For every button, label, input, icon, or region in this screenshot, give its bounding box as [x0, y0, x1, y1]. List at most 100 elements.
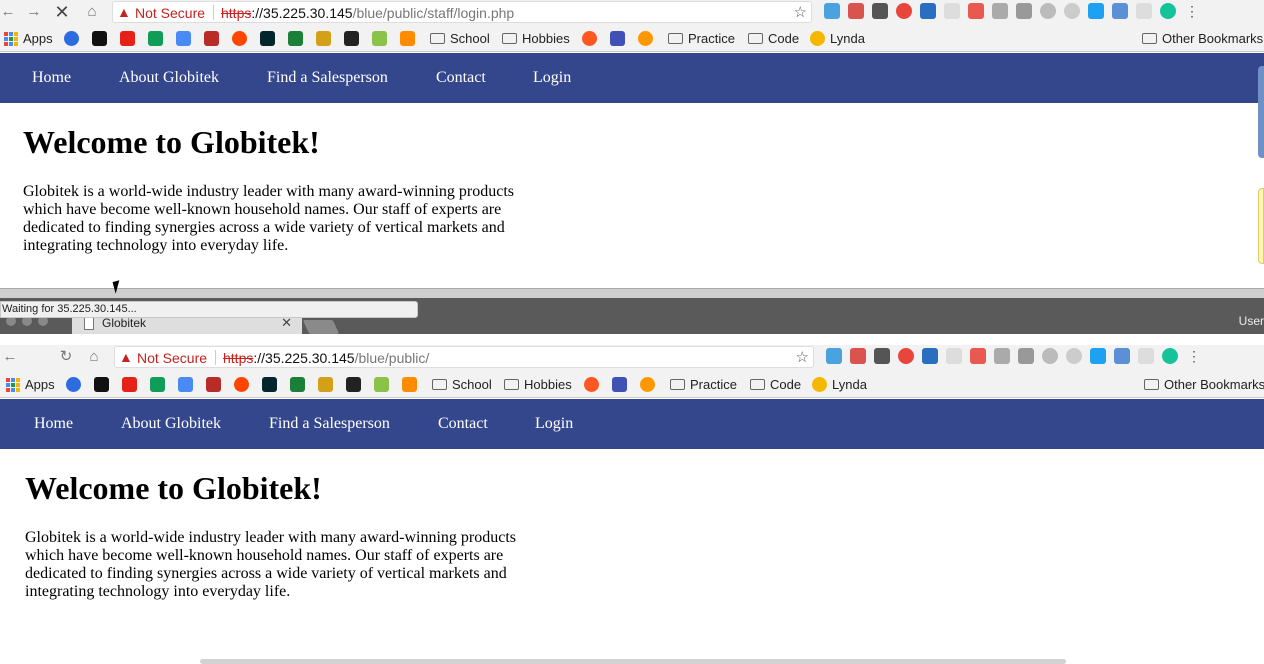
bookmark-icon[interactable]: [316, 31, 331, 46]
nav-contact[interactable]: Contact: [436, 69, 486, 87]
bookmark-icon[interactable]: [374, 377, 389, 392]
bookmark-folder-school[interactable]: School: [430, 31, 490, 46]
bookmark-icon[interactable]: [94, 377, 109, 392]
extension-icon[interactable]: [850, 348, 866, 364]
nav-find-salesperson[interactable]: Find a Salesperson: [267, 69, 388, 87]
bookmark-folder-code[interactable]: Code: [748, 31, 799, 46]
extension-icon[interactable]: [1090, 348, 1106, 364]
menu-icon[interactable]: ⋮: [1184, 3, 1200, 19]
bookmark-folder-hobbies[interactable]: Hobbies: [502, 31, 570, 46]
extension-icon[interactable]: [1162, 348, 1178, 364]
extension-icon[interactable]: [992, 3, 1008, 19]
horizontal-scrollbar[interactable]: [200, 659, 1066, 664]
bookmark-icon[interactable]: [584, 377, 599, 392]
bookmark-icon[interactable]: [176, 31, 191, 46]
bookmark-folder-other[interactable]: Other Bookmarks: [1142, 31, 1263, 46]
bookmark-apps[interactable]: Apps: [6, 377, 55, 392]
drive-icon[interactable]: [148, 31, 163, 46]
address-bar[interactable]: ▲ Not Secure https://35.225.30.145/blue/…: [114, 346, 814, 368]
extension-icon[interactable]: [1114, 348, 1130, 364]
extension-icon[interactable]: [1018, 348, 1034, 364]
url-text[interactable]: https://35.225.30.145/blue/public/staff/…: [221, 5, 514, 21]
extension-icon[interactable]: [898, 348, 914, 364]
bookmark-icon[interactable]: [92, 31, 107, 46]
bookmark-icon[interactable]: [290, 377, 305, 392]
amazon-icon[interactable]: [344, 31, 359, 46]
extension-icon[interactable]: [872, 3, 888, 19]
new-tab-button[interactable]: [302, 320, 340, 334]
bookmark-icon[interactable]: [610, 31, 625, 46]
bookmark-folder-hobbies[interactable]: Hobbies: [504, 377, 572, 392]
bookmark-folder-code[interactable]: Code: [750, 377, 801, 392]
extension-icon[interactable]: [994, 348, 1010, 364]
side-widget-tab[interactable]: [1258, 66, 1264, 158]
extension-icon[interactable]: [1160, 3, 1176, 19]
nav-find-salesperson[interactable]: Find a Salesperson: [269, 415, 390, 433]
extension-icon[interactable]: [1136, 3, 1152, 19]
reddit-icon[interactable]: [234, 377, 249, 392]
bookmark-icon[interactable]: [640, 377, 655, 392]
bookmark-apps[interactable]: Apps: [4, 31, 53, 46]
extension-icon[interactable]: [1088, 3, 1104, 19]
bookmark-folder-practice[interactable]: Practice: [670, 377, 737, 392]
extension-icon[interactable]: [1112, 3, 1128, 19]
url-text[interactable]: https://35.225.30.145/blue/public/: [223, 350, 429, 366]
extension-icon[interactable]: [848, 3, 864, 19]
bookmark-icon[interactable]: [64, 31, 79, 46]
bookmark-lynda[interactable]: Lynda: [812, 377, 867, 392]
extension-icon[interactable]: [946, 348, 962, 364]
extension-icon[interactable]: [826, 348, 842, 364]
home-icon[interactable]: ⌂: [84, 347, 104, 367]
user-profile-button[interactable]: User: [1239, 314, 1264, 328]
extension-icon[interactable]: [920, 3, 936, 19]
bookmark-icon[interactable]: [372, 31, 387, 46]
nav-login[interactable]: Login: [533, 69, 571, 87]
bookmark-icon[interactable]: [400, 31, 415, 46]
reload-icon[interactable]: ↻: [56, 347, 76, 367]
nav-about[interactable]: About Globitek: [119, 69, 219, 87]
forward-icon[interactable]: →: [24, 2, 44, 22]
extension-icon[interactable]: [896, 3, 912, 19]
nav-home[interactable]: Home: [32, 69, 71, 87]
extension-icon[interactable]: [874, 348, 890, 364]
youtube-icon[interactable]: [122, 377, 137, 392]
youtube-icon[interactable]: [120, 31, 135, 46]
nav-home[interactable]: Home: [34, 415, 73, 433]
quora-icon[interactable]: [206, 377, 221, 392]
nav-contact[interactable]: Contact: [438, 415, 488, 433]
bookmark-icon[interactable]: [402, 377, 417, 392]
bookmark-star-icon[interactable]: ☆: [796, 348, 809, 366]
reddit-icon[interactable]: [232, 31, 247, 46]
bookmark-folder-practice[interactable]: Practice: [668, 31, 735, 46]
extension-icon[interactable]: [1042, 348, 1058, 364]
bookmark-folder-school[interactable]: School: [432, 377, 492, 392]
bookmark-folder-other[interactable]: Other Bookmarks: [1144, 377, 1264, 392]
back-icon[interactable]: ←: [0, 347, 20, 367]
extension-icon[interactable]: [1066, 348, 1082, 364]
stop-loading-icon[interactable]: ✕: [52, 2, 72, 22]
extension-icon[interactable]: [944, 3, 960, 19]
bookmark-lynda[interactable]: Lynda: [810, 31, 865, 46]
home-icon[interactable]: ⌂: [82, 2, 102, 22]
extension-icon[interactable]: [1138, 348, 1154, 364]
extension-icon[interactable]: [922, 348, 938, 364]
quora-icon[interactable]: [204, 31, 219, 46]
nav-about[interactable]: About Globitek: [121, 415, 221, 433]
bookmark-star-icon[interactable]: ☆: [794, 3, 807, 21]
edx-icon[interactable]: [260, 31, 275, 46]
extension-icon[interactable]: [1016, 3, 1032, 19]
side-note-tab[interactable]: [1258, 188, 1264, 264]
bookmark-icon[interactable]: [318, 377, 333, 392]
back-icon[interactable]: ←: [0, 2, 18, 22]
bookmark-icon[interactable]: [582, 31, 597, 46]
bookmark-icon[interactable]: [288, 31, 303, 46]
amazon-icon[interactable]: [346, 377, 361, 392]
nav-login[interactable]: Login: [535, 415, 573, 433]
extension-icon[interactable]: [1064, 3, 1080, 19]
bookmark-icon[interactable]: [612, 377, 627, 392]
address-bar[interactable]: ▲ Not Secure https://35.225.30.145/blue/…: [112, 1, 812, 23]
bookmark-icon[interactable]: [638, 31, 653, 46]
extension-icon[interactable]: [970, 348, 986, 364]
edx-icon[interactable]: [262, 377, 277, 392]
bookmark-icon[interactable]: [66, 377, 81, 392]
